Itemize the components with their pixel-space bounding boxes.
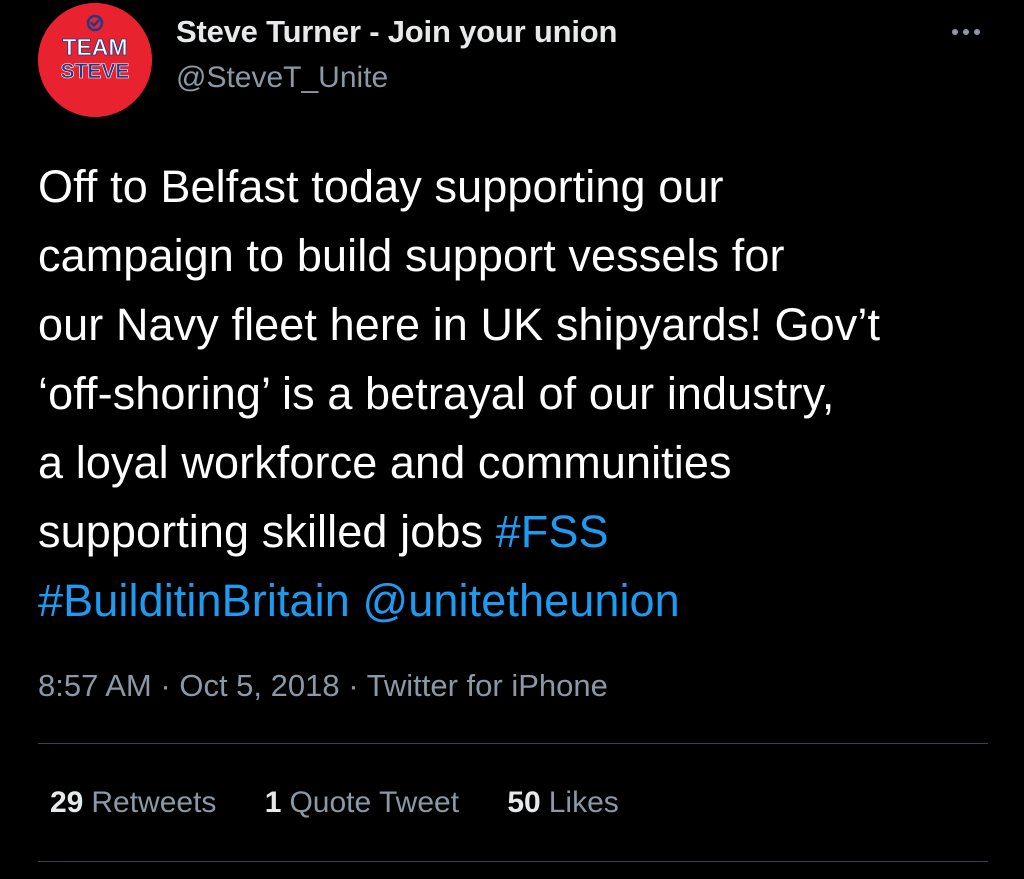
quote-tweets-count: 1 (264, 786, 282, 819)
tweet-detail: TEAM STEVE Steve Turner - Join your unio… (0, 0, 1024, 879)
tweet-line: our Navy fleet here in UK shipyards! Gov… (38, 299, 881, 350)
avatar[interactable]: TEAM STEVE (38, 3, 152, 117)
tweet-metadata: 8:57 AM · Oct 5, 2018 · Twitter for iPho… (38, 664, 608, 708)
meta-separator: · (348, 668, 359, 703)
retweets-stat[interactable]: 29 Retweets (50, 782, 216, 824)
tweet-line-with-hashtag: supporting skilled jobs #FSS (38, 497, 998, 566)
tweet-line: campaign to build support vessels for (38, 230, 785, 281)
avatar-line-2: STEVE (61, 60, 130, 83)
tweet-text: Off to Belfast today supporting our camp… (38, 152, 998, 635)
divider (38, 861, 988, 862)
tweet-line: Off to Belfast today supporting our (38, 161, 724, 212)
tweet-source[interactable]: Twitter for iPhone (367, 668, 608, 703)
author-block: Steve Turner - Join your union @SteveT_U… (176, 12, 617, 98)
author-handle[interactable]: @SteveT_Unite (176, 58, 617, 98)
tweet-line-text: supporting skilled jobs (38, 506, 496, 557)
tweet-time[interactable]: 8:57 AM (38, 668, 152, 703)
retweets-count: 29 (50, 786, 84, 819)
avatar-line-1: TEAM (62, 34, 127, 60)
divider (38, 743, 988, 744)
likes-count: 50 (507, 786, 541, 819)
tweet-line-links: #BuilditinBritain @unitetheunion (38, 566, 998, 635)
hashtag-fss-link[interactable]: #FSS (496, 506, 609, 557)
more-options-button[interactable] (946, 16, 986, 48)
tweet-line: a loyal workforce and communities (38, 437, 732, 488)
avatar-logo: TEAM STEVE (38, 3, 152, 117)
likes-stat[interactable]: 50 Likes (507, 782, 618, 824)
mention-unitetheunion-link[interactable]: @unitetheunion (362, 575, 679, 626)
retweets-label: Retweets (91, 786, 217, 819)
quote-tweets-stat[interactable]: 1 Quote Tweet (265, 782, 459, 824)
more-horizontal-icon (952, 29, 980, 35)
engagement-stats: 29 Retweets 1 Quote Tweet 50 Likes (50, 782, 659, 824)
likes-label: Likes (548, 786, 619, 819)
meta-separator: · (160, 668, 171, 703)
author-display-name[interactable]: Steve Turner - Join your union (176, 12, 617, 52)
hashtag-builditinbritain-link[interactable]: #BuilditinBritain (38, 575, 350, 626)
tweet-line: ‘off-shoring’ is a betrayal of our indus… (38, 368, 835, 419)
tweet-date[interactable]: Oct 5, 2018 (179, 668, 339, 703)
quote-tweets-label: Quote Tweet (289, 786, 460, 819)
